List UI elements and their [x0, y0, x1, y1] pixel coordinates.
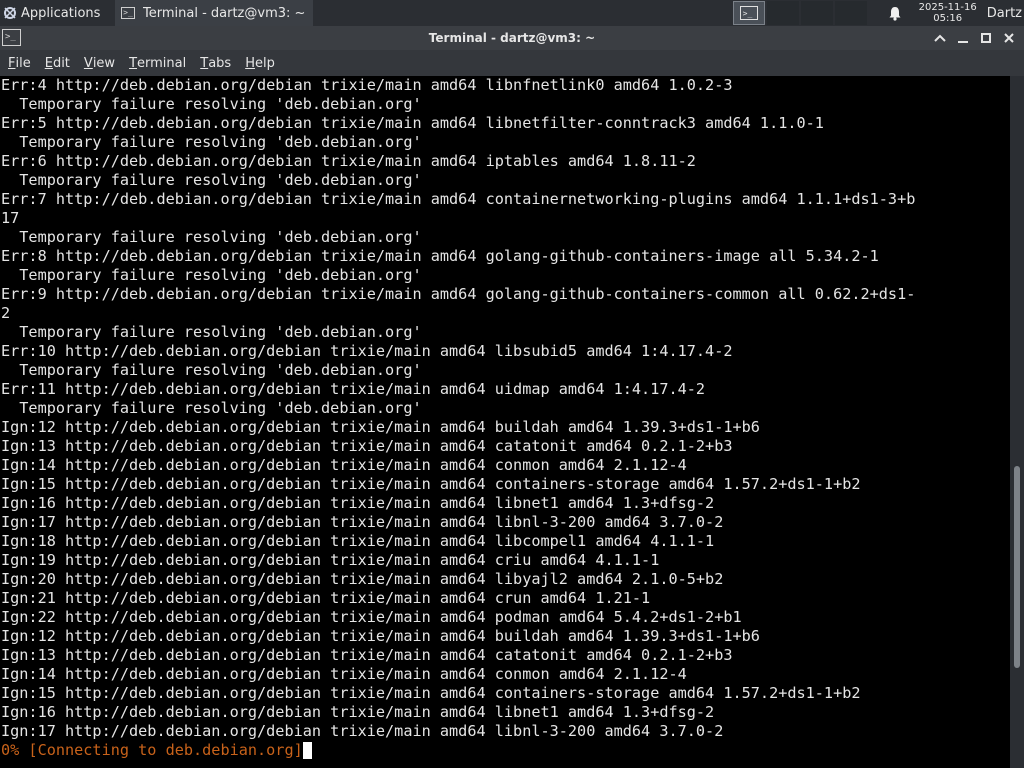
terminal-line: Err:8 http://deb.debian.org/debian trixi… [1, 247, 879, 265]
terminal-line: Ign:16 http://deb.debian.org/debian trix… [1, 494, 715, 512]
minimize-button[interactable] [951, 26, 974, 50]
scrollbar-thumb[interactable] [1014, 466, 1020, 668]
window-titlebar[interactable]: >_ Terminal - dartz@vm3: ~ [0, 26, 1024, 50]
top-panel: Applications >_ Terminal - dartz@vm3: ~ … [0, 0, 1024, 26]
terminal-line: Ign:12 http://deb.debian.org/debian trix… [1, 418, 760, 436]
close-icon [1003, 33, 1014, 43]
apt-progress-text: 0% [Connecting to deb.debian.org] [1, 741, 303, 759]
terminal-line: Ign:21 http://deb.debian.org/debian trix… [1, 589, 651, 607]
terminal-line: Temporary failure resolving 'deb.debian.… [1, 133, 422, 151]
terminal-line: Err:5 http://deb.debian.org/debian trixi… [1, 114, 824, 132]
terminal-line: Err:11 http://deb.debian.org/debian trix… [1, 380, 706, 398]
terminal-line: Temporary failure resolving 'deb.debian.… [1, 171, 422, 189]
terminal-line: Temporary failure resolving 'deb.debian.… [1, 399, 422, 417]
menu-view[interactable]: View [77, 50, 122, 76]
terminal-line: Err:7 http://deb.debian.org/debian trixi… [1, 190, 916, 208]
terminal-line: Ign:17 http://deb.debian.org/debian trix… [1, 513, 724, 531]
terminal-line: Ign:19 http://deb.debian.org/debian trix… [1, 551, 660, 569]
terminal-scrollbar[interactable] [1010, 76, 1024, 768]
menu-tabs-label: abs [208, 55, 232, 71]
terminal-line: Temporary failure resolving 'deb.debian.… [1, 361, 422, 379]
menu-tabs[interactable]: Tabs [193, 50, 238, 76]
menu-help-label: elp [254, 55, 275, 71]
menu-file-mnemonic: F [8, 55, 16, 71]
workspace-2[interactable] [766, 1, 799, 25]
terminal-line: Ign:12 http://deb.debian.org/debian trix… [1, 627, 760, 645]
terminal-line: Err:9 http://deb.debian.org/debian trixi… [1, 285, 916, 303]
terminal-line: Err:4 http://deb.debian.org/debian trixi… [1, 76, 733, 94]
clock[interactable]: 2025-11-16 05:16 [919, 2, 977, 24]
maximize-icon [980, 33, 991, 43]
minimize-icon [957, 41, 968, 43]
terminal-line: Temporary failure resolving 'deb.debian.… [1, 323, 422, 341]
menu-file-label: ile [15, 55, 31, 71]
terminal-lines: Err:4 http://deb.debian.org/debian trixi… [1, 76, 915, 760]
terminal-line: Ign:17 http://deb.debian.org/debian trix… [1, 722, 724, 740]
terminal-cursor [302, 742, 312, 759]
terminal-line: Temporary failure resolving 'deb.debian.… [1, 228, 422, 246]
terminal-line: Ign:15 http://deb.debian.org/debian trix… [1, 475, 861, 493]
terminal-line: Err:6 http://deb.debian.org/debian trixi… [1, 152, 696, 170]
window-controls [928, 26, 1020, 50]
terminal-line: Ign:14 http://deb.debian.org/debian trix… [1, 456, 687, 474]
terminal-line: Temporary failure resolving 'deb.debian.… [1, 95, 422, 113]
taskbar-terminal-label: Terminal - dartz@vm3: ~ [143, 5, 306, 21]
xfce-logo-icon [4, 7, 16, 19]
applications-menu-button[interactable]: Applications [0, 0, 113, 26]
clock-date: 2025-11-16 [918, 2, 977, 13]
menu-tabs-mnemonic: T [200, 55, 209, 71]
maximize-button[interactable] [974, 26, 997, 50]
menu-edit-mnemonic: E [44, 55, 53, 71]
close-button[interactable] [997, 26, 1020, 50]
applications-label: Applications [21, 5, 101, 21]
terminal-line: Err:10 http://deb.debian.org/debian trix… [1, 342, 733, 360]
terminal-line: Ign:13 http://deb.debian.org/debian trix… [1, 646, 733, 664]
terminal-line: Ign:15 http://deb.debian.org/debian trix… [1, 684, 861, 702]
window-title: Terminal - dartz@vm3: ~ [428, 31, 596, 45]
terminal-line: Ign:22 http://deb.debian.org/debian trix… [1, 608, 742, 626]
menu-terminal-label: erminal [137, 55, 187, 71]
chevron-up-icon [933, 34, 946, 42]
menu-help-mnemonic: H [245, 55, 255, 71]
menu-terminal[interactable]: Terminal [122, 50, 193, 76]
terminal-line: 2 [1, 304, 11, 322]
terminal-line: Ign:16 http://deb.debian.org/debian trix… [1, 703, 715, 721]
menu-terminal-mnemonic: T [129, 55, 138, 71]
taskbar-terminal-button[interactable]: >_ Terminal - dartz@vm3: ~ [115, 0, 313, 26]
menu-view-mnemonic: V [83, 55, 93, 71]
menu-edit-label: dit [52, 55, 70, 71]
terminal-icon: >_ [121, 7, 135, 19]
terminal-line: Ign:20 http://deb.debian.org/debian trix… [1, 570, 724, 588]
clock-time: 05:16 [933, 13, 963, 24]
menu-edit[interactable]: Edit [38, 50, 77, 76]
shade-button[interactable] [928, 26, 951, 50]
terminal-progress-line: 0% [Connecting to deb.debian.org] [1, 741, 915, 760]
terminal-line: Temporary failure resolving 'deb.debian.… [1, 266, 422, 284]
menu-bar: File Edit View Terminal Tabs Help [0, 50, 1024, 76]
menu-help[interactable]: Help [238, 50, 282, 76]
terminal-line: Ign:14 http://deb.debian.org/debian trix… [1, 665, 687, 683]
user-menu[interactable]: Dartz [987, 6, 1022, 21]
notification-bell-icon[interactable] [885, 0, 905, 26]
menu-file[interactable]: File [0, 50, 38, 76]
workspace-1[interactable]: >_ [732, 1, 765, 25]
terminal-output[interactable]: Err:4 http://deb.debian.org/debian trixi… [0, 76, 1010, 768]
workspace-terminal-icon: >_ [739, 6, 758, 20]
terminal-line: Ign:18 http://deb.debian.org/debian trix… [1, 532, 715, 550]
workspace-3[interactable] [800, 1, 833, 25]
workspace-switcher: >_ [732, 0, 869, 26]
terminal-line: 17 [1, 209, 20, 227]
workspace-4[interactable] [834, 1, 867, 25]
terminal-line: Ign:13 http://deb.debian.org/debian trix… [1, 437, 733, 455]
menu-view-label: iew [92, 55, 116, 71]
